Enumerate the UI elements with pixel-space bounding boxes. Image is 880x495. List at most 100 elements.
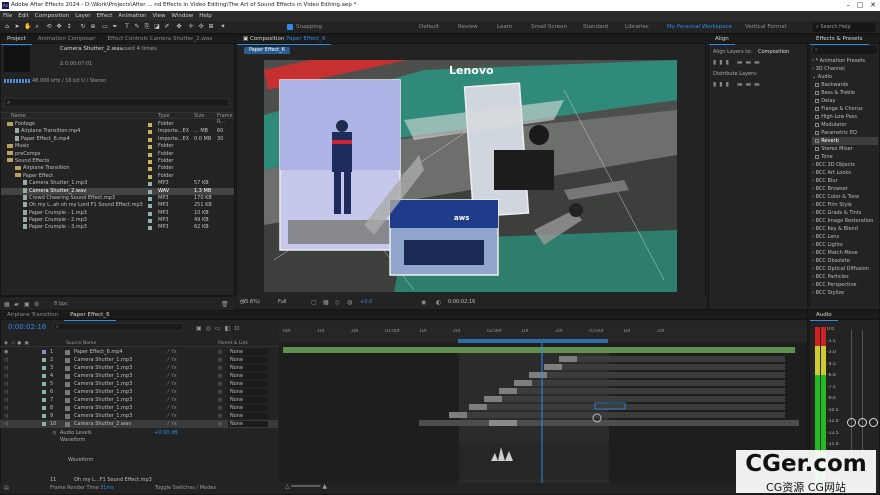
layer-label-color[interactable] bbox=[42, 414, 46, 418]
project-row[interactable]: Camera Shutter_2.wav WAV 1.3 MB bbox=[1, 187, 234, 195]
tab-project[interactable]: Project bbox=[1, 35, 32, 45]
label-color-swatch[interactable] bbox=[148, 152, 152, 157]
project-row[interactable]: Paper Crumple - 3.mp3 MP3 62 KB bbox=[1, 224, 234, 231]
pickwhip-icon[interactable]: ◎ bbox=[218, 380, 222, 388]
effect-item[interactable]: › BCC Browser bbox=[812, 185, 878, 193]
timeline-timecode[interactable]: 0:00:02:16 bbox=[8, 323, 46, 331]
effect-item[interactable]: › BCC Lens bbox=[812, 233, 878, 241]
layer-row[interactable]: ◁ 8 Camera Shutter_1.mp3 ⁄ fx ◎ None bbox=[0, 404, 278, 412]
parent-dropdown[interactable]: None bbox=[228, 413, 268, 419]
layer-label-color[interactable] bbox=[42, 374, 46, 378]
effect-item[interactable]: ⌄ Audio bbox=[812, 73, 878, 81]
layer-label-color[interactable] bbox=[42, 366, 46, 370]
layer-switches[interactable]: ⁄ fx bbox=[168, 348, 177, 356]
eraser-tool-icon[interactable]: ◪ bbox=[154, 24, 160, 30]
effect-item[interactable]: Modulator bbox=[812, 121, 878, 129]
menu-view[interactable]: View bbox=[149, 11, 168, 21]
project-row[interactable]: Sound Effects Folder bbox=[1, 158, 234, 165]
col-source-name[interactable]: Source Name bbox=[66, 341, 96, 346]
layer-label-color[interactable] bbox=[42, 398, 46, 402]
timeline-zoom-slider[interactable]: △ ━━━━━━━━ ▲ bbox=[285, 484, 505, 490]
project-row[interactable]: Footage Folder bbox=[1, 121, 234, 128]
layer-row[interactable]: ◁ 6 Camera Shutter_1.mp3 ⁄ fx ◎ None bbox=[0, 388, 278, 396]
tab-effect-controls[interactable]: Effect Controls Camera Shutter_2.wav bbox=[102, 35, 219, 44]
layer-switches[interactable]: ⁄ fx bbox=[168, 396, 177, 404]
help-search-input[interactable]: ⌕ Search Help bbox=[812, 23, 876, 32]
effect-item[interactable]: › BCC Lights bbox=[812, 241, 878, 249]
parent-dropdown[interactable]: None bbox=[228, 349, 268, 355]
anchor-point-tool-icon[interactable]: ⊕ bbox=[90, 24, 96, 30]
effect-item[interactable]: Tone bbox=[812, 153, 878, 161]
effect-item[interactable]: › BCC Color & Tone bbox=[812, 193, 878, 201]
label-color-swatch[interactable] bbox=[148, 219, 152, 224]
layer-switch-icons[interactable]: ◁ bbox=[4, 380, 11, 388]
world-axis-icon[interactable]: ✣ bbox=[198, 24, 204, 30]
roto-brush-tool-icon[interactable]: ✐ bbox=[164, 24, 170, 30]
layer-label-color[interactable] bbox=[42, 406, 46, 410]
menu-animation[interactable]: Animation bbox=[115, 11, 149, 21]
effect-item[interactable]: › BCC Perspective bbox=[812, 281, 878, 289]
effect-item[interactable]: High-Low Pass bbox=[812, 113, 878, 121]
layer-switch-icons[interactable]: ◁ bbox=[4, 404, 11, 412]
tab-audio[interactable]: Audio bbox=[810, 311, 838, 321]
menu-composition[interactable]: Composition bbox=[32, 11, 72, 21]
parent-dropdown[interactable]: None bbox=[228, 381, 268, 387]
project-row[interactable]: Paper Crumple - 1.mp3 MP3 10 KB bbox=[1, 209, 234, 217]
effect-item[interactable]: › BCC Particles bbox=[812, 273, 878, 281]
effect-item[interactable]: › BCC Optical Diffusion bbox=[812, 265, 878, 273]
col-name[interactable]: Name bbox=[11, 113, 26, 119]
hand-pin-icon[interactable]: ✦ bbox=[220, 24, 226, 30]
new-composition-icon[interactable]: ▣ bbox=[24, 301, 30, 308]
label-color-swatch[interactable] bbox=[148, 174, 152, 179]
window-controls[interactable]: – □ ✕ bbox=[847, 1, 876, 9]
bit-depth-label[interactable]: 8 bpc bbox=[54, 301, 68, 307]
snapping-checkbox[interactable] bbox=[287, 24, 293, 30]
menu-help[interactable]: Help bbox=[196, 11, 215, 21]
pickwhip-icon[interactable]: ◎ bbox=[218, 404, 222, 412]
effect-item[interactable]: Bass & Treble bbox=[812, 89, 878, 97]
effect-item[interactable]: Reverb bbox=[812, 137, 878, 145]
pen-tool-icon[interactable]: ✒ bbox=[112, 24, 118, 30]
snapshot-icon[interactable]: ◉ bbox=[421, 299, 426, 306]
layer-switch-icons[interactable]: ◁ bbox=[4, 396, 11, 404]
layer-switches[interactable]: ⁄ fx bbox=[168, 364, 177, 372]
label-color-swatch[interactable] bbox=[148, 167, 152, 172]
layer-row[interactable]: ◁ 7 Camera Shutter_1.mp3 ⁄ fx ◎ None bbox=[0, 396, 278, 404]
timeline-switch-icons[interactable]: ▣◎▭◧⊡ bbox=[196, 325, 243, 332]
rectangle-tool-icon[interactable]: ▭ bbox=[102, 24, 108, 30]
effect-item[interactable]: › BCC Film Style bbox=[812, 201, 878, 209]
tab-align[interactable]: Align bbox=[709, 35, 735, 45]
project-row[interactable]: preComps Folder bbox=[1, 151, 234, 158]
resolution-dropdown[interactable]: Full bbox=[278, 299, 287, 305]
project-row[interactable]: Crowd Cheering Sound Effect.mp3 MP3 170 KB bbox=[1, 194, 234, 202]
pickwhip-icon[interactable]: ◎ bbox=[218, 364, 222, 372]
pickwhip-icon[interactable]: ◎ bbox=[218, 356, 222, 364]
label-color-swatch[interactable] bbox=[148, 145, 152, 150]
effect-item[interactable]: › * Animation Presets bbox=[812, 57, 878, 65]
pickwhip-icon[interactable]: ◎ bbox=[218, 372, 222, 380]
composition-viewer[interactable]: Lenovo aws bbox=[264, 60, 677, 292]
timeline-search-input[interactable]: ⌕ bbox=[53, 323, 183, 331]
menu-effect[interactable]: Effect bbox=[94, 11, 116, 21]
effect-item[interactable]: Parametric EQ bbox=[812, 129, 878, 137]
layer-switch-icons[interactable]: ◁ bbox=[4, 372, 11, 380]
comp-breadcrumb[interactable]: Paper Effect_6 bbox=[244, 47, 290, 54]
col-type[interactable]: Type bbox=[158, 113, 169, 119]
selection-tool-icon[interactable]: ➤ bbox=[14, 24, 20, 30]
audio-slider-handle-right[interactable] bbox=[858, 418, 867, 427]
workspace-learn[interactable]: Learn bbox=[497, 24, 512, 30]
label-color-swatch[interactable] bbox=[148, 189, 152, 194]
effect-item[interactable]: › BCC Match Move bbox=[812, 249, 878, 257]
pan-camera-icon[interactable]: ✥ bbox=[56, 24, 62, 30]
layer-row[interactable]: ◉ 1 Paper Effect_6.mp4 ⁄ fx ◎ None bbox=[0, 348, 278, 356]
effect-item[interactable]: Delay bbox=[812, 97, 878, 105]
zoom-tool-icon[interactable]: ⌕ bbox=[34, 24, 40, 30]
project-search-input[interactable]: ⌕ bbox=[4, 98, 229, 107]
layer-row[interactable]: ◁ 4 Camera Shutter_1.mp3 ⁄ fx ◎ None bbox=[0, 372, 278, 380]
maximize-icon[interactable]: □ bbox=[857, 1, 864, 9]
layer-row[interactable]: ◁ 2 Camera Shutter_1.mp3 ⁄ fx ◎ None bbox=[0, 356, 278, 364]
layer-switch-icons[interactable]: ◉ bbox=[4, 348, 11, 356]
effect-item[interactable]: Backwards bbox=[812, 81, 878, 89]
label-color-swatch[interactable] bbox=[148, 211, 152, 216]
project-row[interactable]: Music Folder bbox=[1, 143, 234, 150]
